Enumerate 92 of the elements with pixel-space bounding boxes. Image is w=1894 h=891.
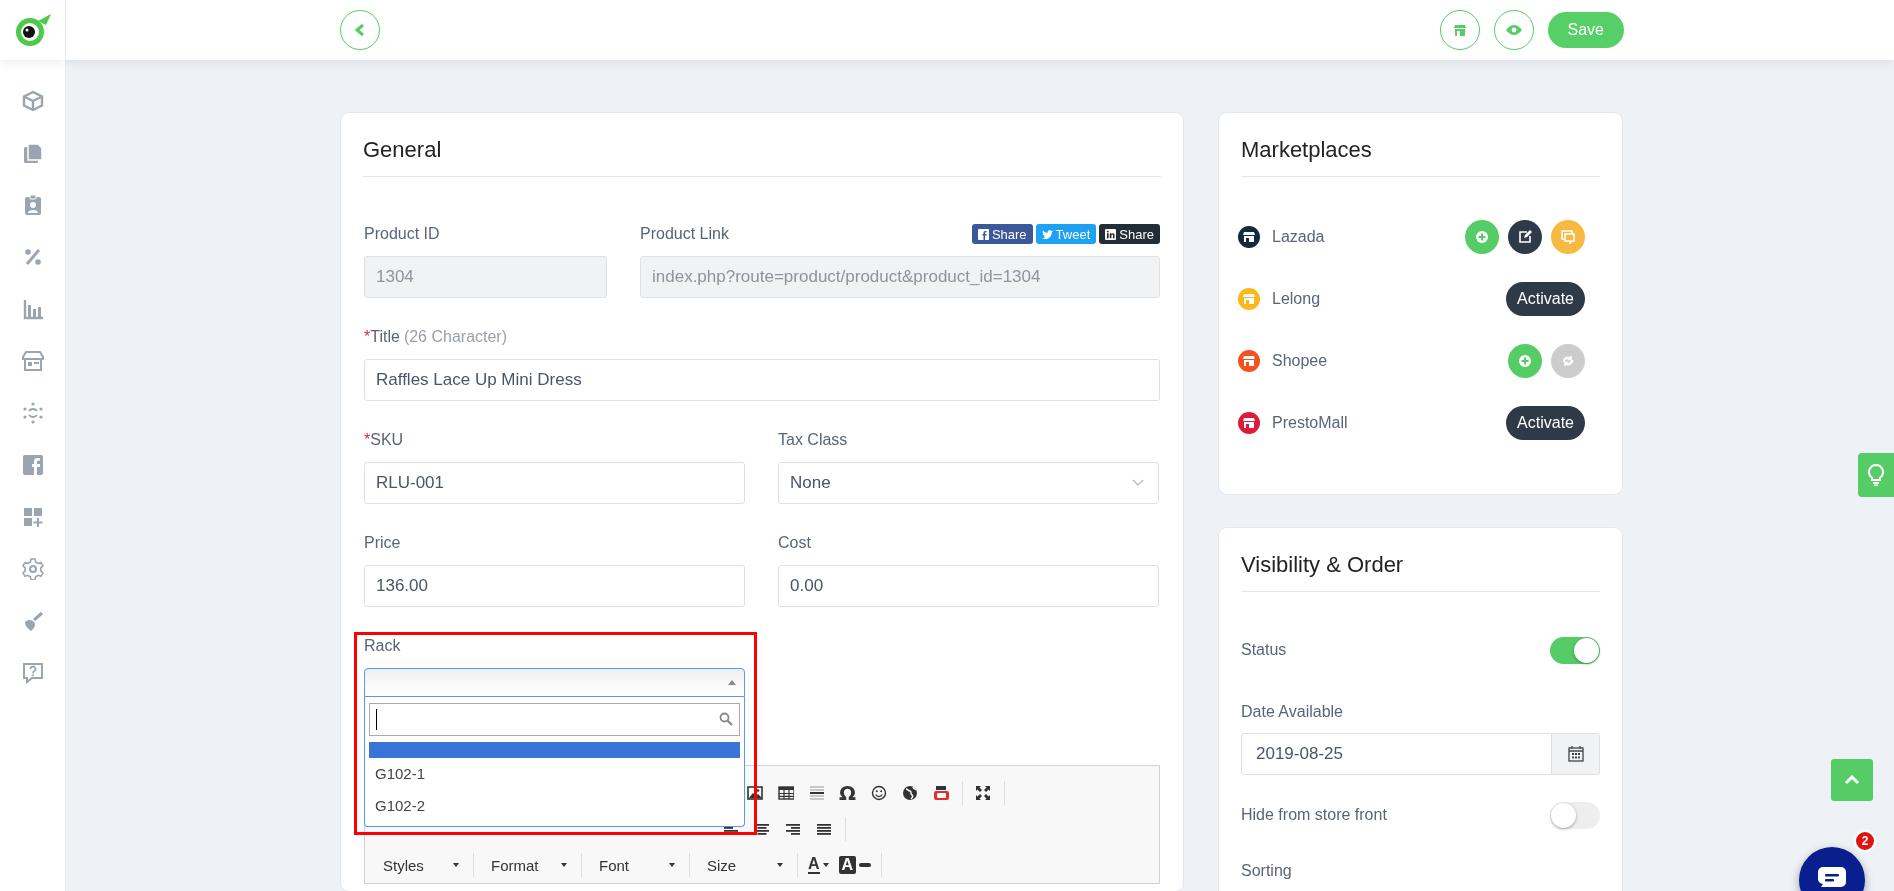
maximize-icon	[974, 785, 991, 801]
field-label: Title	[370, 327, 400, 347]
dropdown-option[interactable]: G102-2	[369, 790, 740, 822]
input-field[interactable]: RLU-001	[364, 462, 745, 504]
bird-icon	[1041, 228, 1053, 240]
card-title: General	[363, 136, 443, 163]
preview-button[interactable]	[1493, 10, 1534, 50]
image-icon	[746, 785, 763, 801]
chevron-down-icon	[1132, 479, 1144, 487]
facebook-icon[interactable]	[21, 454, 44, 476]
smiley-icon	[870, 785, 887, 801]
chevron-up-icon	[1844, 775, 1860, 785]
add-button[interactable]	[1465, 220, 1499, 254]
globe-icon	[901, 785, 918, 801]
card-title: Marketplaces	[1241, 136, 1373, 163]
chat-icon	[1818, 867, 1846, 889]
share-button[interactable]: Share	[971, 224, 1033, 244]
justify-icon	[815, 822, 832, 836]
required-mark: *	[364, 430, 371, 450]
input-field[interactable]: Raffles Lace Up Mini Dress	[364, 359, 1160, 401]
special-character-button[interactable]: Ω	[833, 780, 862, 806]
field-label: Sorting	[1241, 862, 1293, 880]
toolbar-dropdown[interactable]: Size	[695, 852, 787, 878]
field-label: Tax Class	[778, 430, 848, 450]
input-field[interactable]: 0.00	[778, 565, 1159, 607]
toolbar-dropdown[interactable]: Format	[479, 852, 571, 878]
activate-button[interactable]: Activate	[1506, 406, 1585, 440]
toggle-switch[interactable]	[1550, 801, 1600, 829]
store-icon[interactable]	[21, 350, 44, 372]
dropdown-option[interactable]: G102-1	[369, 758, 740, 790]
grid-plus-icon[interactable]	[21, 506, 44, 528]
field-label: Hide from store front	[1241, 806, 1387, 824]
search-icon	[719, 712, 733, 726]
activate-button[interactable]: Activate	[1506, 282, 1585, 316]
marketplace-name: Shopee	[1272, 352, 1329, 370]
back-button[interactable]	[340, 10, 380, 50]
color-button[interactable]: A	[803, 852, 834, 878]
edit-icon	[1518, 230, 1532, 244]
notification-badge: 2	[1854, 830, 1876, 852]
required-mark: *	[364, 327, 371, 347]
documents-icon[interactable]	[21, 142, 44, 164]
search-field[interactable]	[369, 703, 740, 736]
select-field[interactable]	[364, 668, 745, 697]
sync-icon	[1561, 354, 1575, 368]
plus-icon	[1518, 354, 1532, 368]
field-label: Cost	[778, 533, 811, 553]
facebook-icon	[977, 228, 989, 240]
field-label: Rack	[364, 636, 401, 656]
align-right-icon	[784, 822, 801, 836]
help-icon[interactable]	[21, 662, 44, 684]
calendar-button[interactable]	[1552, 733, 1600, 775]
date-field[interactable]: 2019-08-25	[1241, 733, 1552, 775]
add-button[interactable]	[1508, 344, 1542, 378]
bar-chart-icon[interactable]	[21, 298, 44, 320]
field-label: Product ID	[364, 224, 440, 244]
character-count: (26 Character)	[403, 327, 508, 347]
table-icon	[777, 785, 794, 801]
calendar-icon	[1567, 746, 1584, 762]
marketplace-name: PrestoMall	[1272, 414, 1349, 432]
plus-icon	[1475, 230, 1489, 244]
field-label: Price	[364, 533, 401, 553]
store-icon	[1453, 24, 1466, 36]
text-cursor	[376, 709, 377, 730]
store-button[interactable]	[1439, 10, 1480, 50]
dots-icon[interactable]	[21, 402, 44, 424]
select-field[interactable]: None	[778, 462, 1159, 504]
toolbar-dropdown[interactable]: Font	[587, 852, 679, 878]
marketplace-name: Lazada	[1272, 228, 1326, 246]
toggle-switch[interactable]	[1550, 636, 1600, 664]
messages-button[interactable]	[1551, 220, 1585, 254]
field-label: Date Available	[1241, 702, 1344, 722]
marketplace-name: Lelong	[1272, 290, 1322, 308]
caret-icon	[728, 680, 736, 685]
eye-icon	[1505, 25, 1522, 35]
chevron-left-icon	[354, 23, 366, 37]
settings-icon[interactable]	[21, 558, 44, 580]
field-label: Status	[1241, 641, 1287, 659]
scroll-top-button[interactable]	[1831, 759, 1873, 801]
field-label: SKU	[370, 430, 404, 450]
lightbulb-icon	[1868, 464, 1884, 486]
chat-icon	[1561, 230, 1575, 244]
input-field[interactable]: 136.00	[364, 565, 745, 607]
horizontal-line-icon	[808, 785, 825, 801]
lightbulb-button[interactable]	[1858, 453, 1894, 497]
toolbar-dropdown[interactable]: Styles	[371, 852, 463, 878]
linkedin-icon	[1105, 228, 1117, 240]
edit-button[interactable]	[1508, 220, 1542, 254]
share-button[interactable]: Share	[1099, 224, 1160, 244]
box-icon[interactable]	[21, 90, 44, 112]
color-button[interactable]: A	[833, 852, 877, 878]
field-label: Product Link	[640, 224, 729, 244]
card-title: Visibility & Order	[1241, 551, 1405, 578]
